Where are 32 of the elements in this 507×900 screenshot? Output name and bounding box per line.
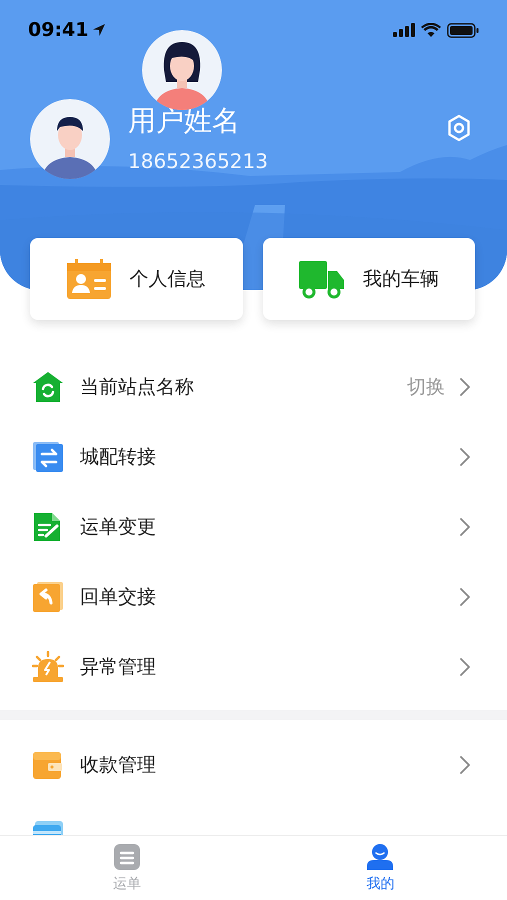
menu-item[interactable]: 回单交接 <box>0 562 507 632</box>
menu-item[interactable]: 异常管理 <box>0 632 507 702</box>
id-card-icon <box>67 259 112 299</box>
chevron-right-icon <box>459 517 471 537</box>
shortcut-card[interactable]: 个人信息 <box>30 238 242 320</box>
chevron-right-icon <box>459 657 471 677</box>
menu-item[interactable]: 收款管理 <box>0 730 507 800</box>
menu-item[interactable]: 城配转接 <box>0 422 507 492</box>
menu-item[interactable]: 运单变更 <box>0 492 507 562</box>
tab-item[interactable]: 我的 <box>254 836 507 900</box>
chevron-right-icon <box>459 447 471 467</box>
return-arrow-icon <box>32 581 64 613</box>
shortcut-card[interactable]: 我的车辆 <box>262 238 475 320</box>
avatar-silhouette[interactable] <box>30 99 110 179</box>
menu-item[interactable]: 当前站点名称 切换 <box>0 352 507 422</box>
chevron-right-icon <box>459 587 471 607</box>
chevron-right-icon <box>459 377 471 397</box>
phone-number: 18652365213 <box>128 148 269 175</box>
signal-icon <box>393 23 415 37</box>
alarm-light-icon <box>32 651 64 683</box>
status-time: 09:41 <box>28 18 88 43</box>
battery-icon <box>447 22 479 38</box>
house-icon <box>32 371 64 403</box>
truck-icon <box>298 259 345 299</box>
wallet-icon <box>32 749 64 781</box>
person-icon <box>366 844 394 870</box>
chevron-right-icon <box>459 755 471 775</box>
user-name: 用户姓名 <box>128 103 241 139</box>
transfer-icon <box>32 441 64 473</box>
location-arrow-icon <box>92 23 106 37</box>
list-icon <box>114 844 140 870</box>
wifi-icon <box>421 23 441 37</box>
